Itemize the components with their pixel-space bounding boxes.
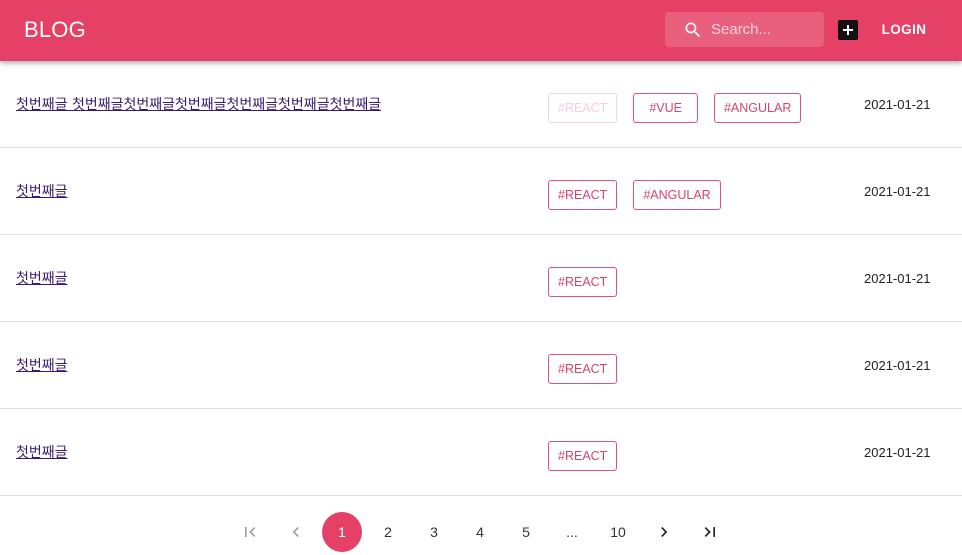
next-page-button[interactable] <box>644 512 684 552</box>
post-date: 2021-01-21 <box>864 271 931 286</box>
brand-title[interactable]: BLOG <box>24 17 86 43</box>
plus-icon <box>843 25 853 35</box>
tag-list: #REACT #VUE #ANGULAR <box>548 93 802 123</box>
pagination: 1 2 3 4 5 ... 10 <box>0 512 962 552</box>
post-date: 2021-01-21 <box>864 184 931 199</box>
tag-chip[interactable]: #ANGULAR <box>633 180 721 210</box>
tag-chip[interactable]: #REACT <box>548 180 618 210</box>
tag-chip[interactable]: #REACT <box>548 441 618 471</box>
post-row: 첫번째글 #REACT 2021-01-21 <box>0 409 962 496</box>
post-date: 2021-01-21 <box>864 358 931 373</box>
post-date: 2021-01-21 <box>864 97 931 112</box>
search-box[interactable] <box>665 12 824 47</box>
post-row: 첫번째글 #REACT #ANGULAR 2021-01-21 <box>0 148 962 235</box>
post-title-link[interactable]: 첫번째글 <box>16 442 68 462</box>
page-button-2[interactable]: 2 <box>368 512 408 552</box>
first-page-button[interactable] <box>230 512 270 552</box>
app-bar: BLOG LOGIN <box>0 0 962 61</box>
prev-page-button[interactable] <box>276 512 316 552</box>
tag-list: #REACT <box>548 441 618 471</box>
post-list: 첫번째글 첫번째글첫번째글첫번째글첫번째글첫번째글첫번째글 #REACT #VU… <box>0 61 962 496</box>
tag-chip[interactable]: #ANGULAR <box>713 93 802 123</box>
page-ellipsis: ... <box>566 524 578 540</box>
first-page-icon <box>245 527 256 537</box>
chevron-left-icon <box>292 527 299 537</box>
tag-list: #REACT <box>548 354 618 384</box>
page-button-1[interactable]: 1 <box>322 512 362 552</box>
page-button-4[interactable]: 4 <box>460 512 500 552</box>
post-title-link[interactable]: 첫번째글 첫번째글첫번째글첫번째글첫번째글첫번째글첫번째글 <box>16 94 381 114</box>
post-row: 첫번째글 #REACT 2021-01-21 <box>0 235 962 322</box>
search-input[interactable] <box>711 17 819 42</box>
post-title-link[interactable]: 첫번째글 <box>16 181 68 201</box>
page-button-5[interactable]: 5 <box>506 512 546 552</box>
tag-chip[interactable]: #REACT <box>548 93 618 123</box>
add-post-button[interactable] <box>838 20 858 40</box>
login-button[interactable]: LOGIN <box>870 14 938 46</box>
post-title-link[interactable]: 첫번째글 <box>16 268 68 288</box>
page-button-10[interactable]: 10 <box>598 512 638 552</box>
post-row: 첫번째글 첫번째글첫번째글첫번째글첫번째글첫번째글첫번째글 #REACT #VU… <box>0 61 962 148</box>
tag-list: #REACT #ANGULAR <box>548 180 721 210</box>
tag-chip[interactable]: #VUE <box>633 93 698 123</box>
post-row: 첫번째글 #REACT 2021-01-21 <box>0 322 962 409</box>
last-page-button[interactable] <box>690 512 730 552</box>
chevron-right-icon <box>661 527 668 537</box>
post-title-link[interactable]: 첫번째글 <box>16 355 68 375</box>
tag-chip[interactable]: #REACT <box>548 354 618 384</box>
page-button-3[interactable]: 3 <box>414 512 454 552</box>
tag-list: #REACT <box>548 267 618 297</box>
search-icon <box>685 22 701 38</box>
tag-chip[interactable]: #REACT <box>548 267 618 297</box>
post-date: 2021-01-21 <box>864 445 931 460</box>
last-page-icon <box>704 527 715 537</box>
